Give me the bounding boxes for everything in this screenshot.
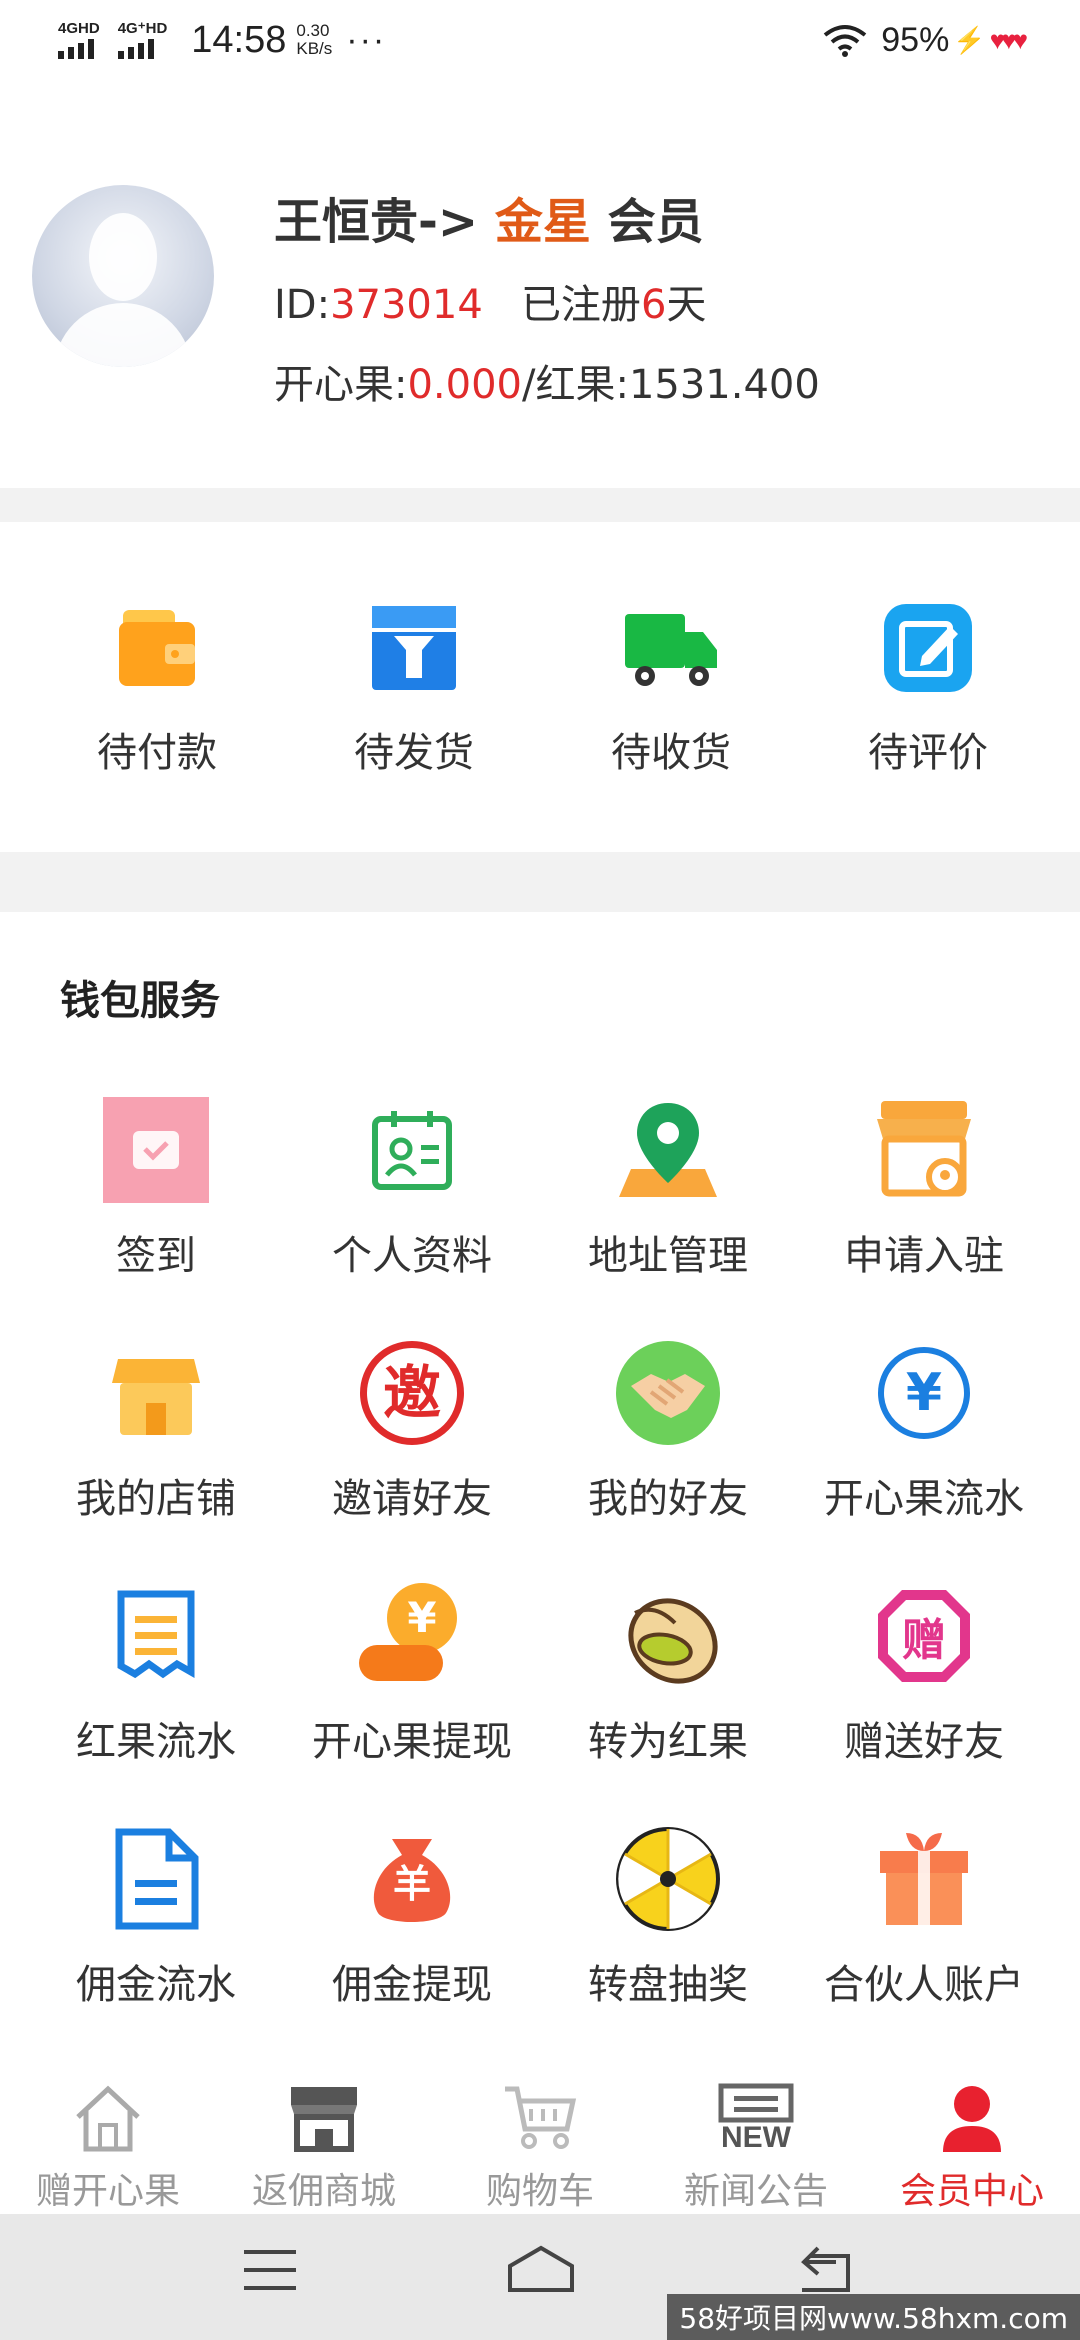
signal-1: 4GHD	[58, 21, 100, 59]
order-pending-payment[interactable]: 待付款	[22, 520, 292, 850]
service-checkin[interactable]: 签到	[28, 1095, 284, 1338]
member-id-line: ID:373014 已注册6天	[274, 282, 707, 328]
document-icon	[101, 1824, 211, 1934]
member-level: 金星	[494, 194, 591, 250]
network-speed: 0.30 KB/s	[296, 21, 333, 58]
signal-bars-icon	[58, 37, 94, 59]
tab-member-center[interactable]: 会员中心	[864, 2070, 1080, 2214]
red-fruit-balance: 1531.400	[628, 362, 820, 408]
profile-header: 王恒贵-> 金星 会员 ID:373014 已注册6天 开心果:0.000/红果…	[0, 150, 1080, 480]
avatar[interactable]	[32, 185, 214, 367]
truck-icon	[621, 598, 721, 698]
system-navigation-bar: 58好项目网www.58hxm.com	[0, 2214, 1080, 2340]
list-icon	[101, 1581, 211, 1691]
profile-card-icon	[357, 1095, 467, 1205]
service-address[interactable]: 地址管理	[540, 1095, 796, 1338]
wheel-icon	[613, 1824, 723, 1934]
service-partner-account[interactable]: 合伙人账户	[796, 1824, 1052, 2067]
invite-icon: 邀	[357, 1338, 467, 1448]
service-happy-fruit-withdraw[interactable]: ¥ 开心果提现	[284, 1581, 540, 1824]
coin-hand-icon: ¥	[357, 1581, 467, 1691]
battery-hearts-icon: ♥♥♥	[989, 24, 1028, 55]
edit-icon	[878, 598, 978, 698]
section-divider	[0, 852, 1080, 912]
service-profile[interactable]: 个人资料	[284, 1095, 540, 1338]
order-pending-receipt[interactable]: 待收货	[536, 520, 806, 850]
service-commission-withdraw[interactable]: 羊 佣金提现	[284, 1824, 540, 2067]
balance-line: 开心果:0.000/红果:1531.400	[274, 362, 820, 408]
wallet-services-grid: 签到 个人资料 地址管理 申请入驻 我的店铺 邀 邀请好友 我的好友 ¥ 开心果…	[0, 1095, 1080, 2067]
yen-circle-icon: ¥	[869, 1338, 979, 1448]
bottom-tab-bar: 赠开心果 返佣商城 购物车 NEW 新闻公告 会员中心	[0, 2070, 1080, 2214]
member-id: 373014	[330, 282, 483, 328]
more-dots-icon: ···	[346, 21, 387, 59]
home-icon	[68, 2078, 148, 2158]
wallet-icon	[107, 598, 207, 698]
registered-days: 6	[640, 282, 667, 328]
cart-icon	[500, 2078, 580, 2158]
member-name: 王恒贵-> 金星 会员	[274, 194, 704, 250]
service-my-shop[interactable]: 我的店铺	[28, 1338, 284, 1581]
pistachio-icon	[613, 1581, 723, 1691]
service-invite[interactable]: 邀 邀请好友	[284, 1338, 540, 1581]
tab-cart[interactable]: 购物车	[432, 2070, 648, 2214]
watermark: 58好项目网www.58hxm.com	[667, 2294, 1080, 2340]
gift-badge-icon: 赠	[869, 1581, 979, 1691]
back-icon[interactable]	[796, 2246, 852, 2294]
service-red-fruit-flow[interactable]: 红果流水	[28, 1581, 284, 1824]
home-nav-icon[interactable]	[506, 2244, 576, 2294]
battery-percent: 95%	[881, 20, 950, 59]
service-apply-store[interactable]: 申请入驻	[796, 1095, 1052, 1338]
menu-icon[interactable]	[244, 2248, 296, 2292]
service-lucky-wheel[interactable]: 转盘抽奖	[540, 1824, 796, 2067]
wallet-section-title: 钱包服务	[60, 978, 220, 1024]
service-gift-friend[interactable]: 赠 赠送好友	[796, 1581, 1052, 1824]
service-happy-fruit-flow[interactable]: ¥ 开心果流水	[796, 1338, 1052, 1581]
money-bag-icon: 羊	[357, 1824, 467, 1934]
service-my-friends[interactable]: 我的好友	[540, 1338, 796, 1581]
member-icon	[932, 2078, 1012, 2158]
mall-icon	[284, 2078, 364, 2158]
order-pending-review[interactable]: 待评价	[793, 520, 1063, 850]
tab-news[interactable]: NEW 新闻公告	[648, 2070, 864, 2214]
happy-fruit-balance: 0.000	[407, 362, 522, 408]
handshake-icon	[613, 1338, 723, 1448]
store-apply-icon	[869, 1095, 979, 1205]
charging-icon: ⚡	[953, 24, 986, 55]
clock: 14:58	[191, 18, 287, 61]
order-pending-shipment[interactable]: 待发货	[279, 520, 549, 850]
service-convert-red[interactable]: 转为红果	[540, 1581, 796, 1824]
section-divider	[0, 488, 1080, 522]
tab-mall[interactable]: 返佣商城	[216, 2070, 432, 2214]
box-icon	[364, 598, 464, 698]
checkin-icon	[101, 1095, 211, 1205]
signal-bars-icon	[117, 37, 154, 59]
news-icon: NEW	[716, 2078, 796, 2158]
shop-icon	[101, 1338, 211, 1448]
wifi-icon	[824, 25, 867, 57]
tab-gift-happy-fruit[interactable]: 赠开心果	[0, 2070, 216, 2214]
service-commission-flow[interactable]: 佣金流水	[28, 1824, 284, 2067]
gift-box-icon	[869, 1824, 979, 1934]
news-badge: NEW	[721, 2121, 791, 2154]
signal-2: 4G⁺HD	[117, 21, 167, 59]
location-icon	[613, 1095, 723, 1205]
order-status-row: 待付款 待发货 待收货 待评价	[0, 520, 1080, 850]
status-bar: 4GHD 4G⁺HD 14:58 0.30 KB/s ··· 95% ⚡ ♥♥♥	[0, 0, 1080, 80]
